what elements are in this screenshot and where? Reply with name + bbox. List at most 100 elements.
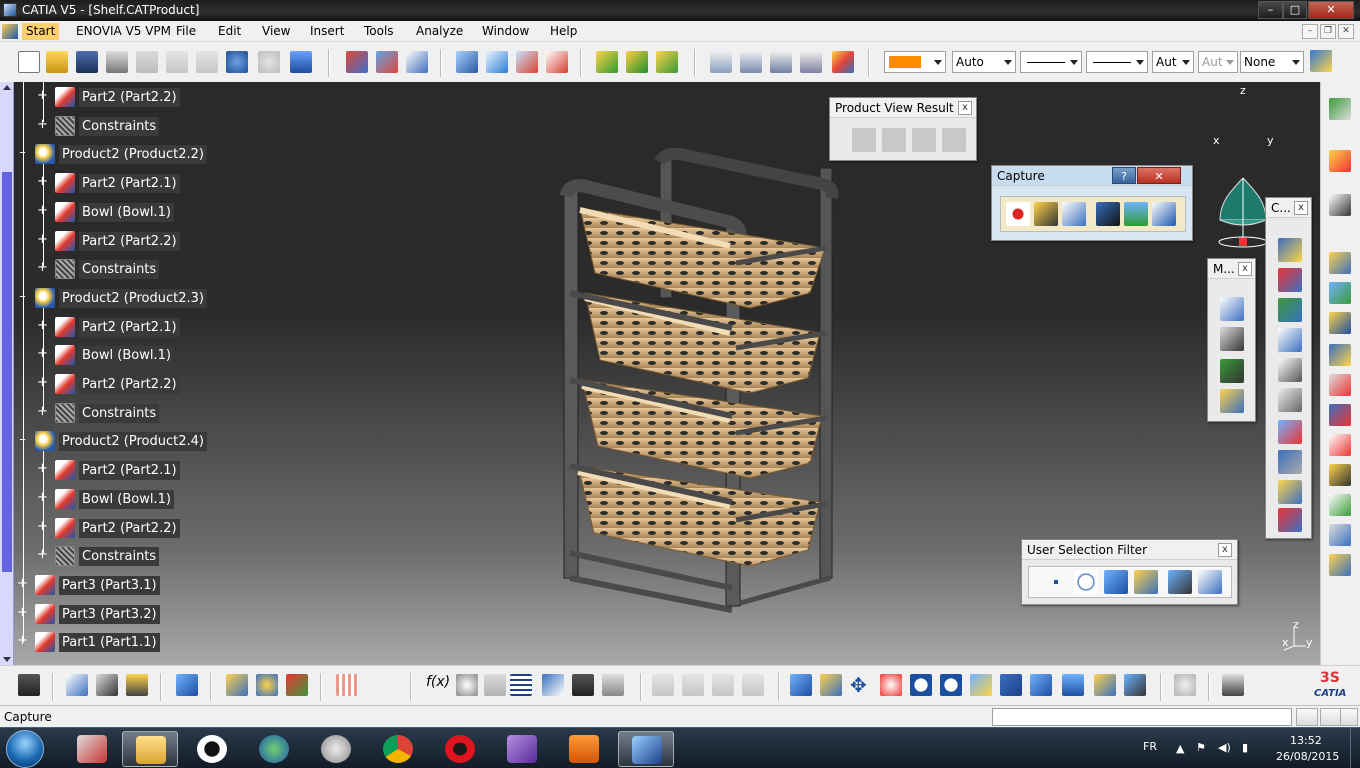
- m-icon-3[interactable]: [1220, 359, 1244, 383]
- feature-filter-icon[interactable]: [1168, 570, 1192, 594]
- tree-expander-icon[interactable]: +: [37, 319, 48, 332]
- tree-expander-icon[interactable]: +: [37, 89, 48, 102]
- assembly-icon-10[interactable]: [1329, 524, 1351, 546]
- point-type-combo[interactable]: Aut: [1152, 51, 1194, 73]
- menu-start[interactable]: Start: [22, 23, 60, 40]
- network-icon[interactable]: ▮: [1242, 741, 1248, 754]
- refresh-icon[interactable]: [1174, 674, 1196, 696]
- tree-expander-icon[interactable]: +: [37, 520, 48, 533]
- flag-note-icon[interactable]: [770, 51, 792, 73]
- paste-icon[interactable]: [196, 51, 218, 73]
- printer-icon[interactable]: [1222, 674, 1244, 696]
- taskbar-app-5[interactable]: [308, 731, 364, 767]
- tree-expander-icon[interactable]: +: [37, 261, 48, 274]
- assembly-icon-2[interactable]: [1329, 282, 1351, 304]
- taskbar-visual-studio[interactable]: [494, 731, 550, 767]
- line-thickness-combo[interactable]: [1020, 51, 1082, 73]
- update-icon-1[interactable]: [652, 674, 674, 696]
- tree-expander-icon[interactable]: +: [37, 376, 48, 389]
- painter-icon[interactable]: [1310, 50, 1332, 72]
- menu-insert[interactable]: Insert: [310, 24, 344, 38]
- zoom-in-icon[interactable]: [910, 674, 932, 696]
- doc-minimize-button[interactable]: –: [1302, 24, 1318, 39]
- menu-edit[interactable]: Edit: [218, 24, 241, 38]
- menu-analyze[interactable]: Analyze: [416, 24, 463, 38]
- camera-icon[interactable]: [18, 674, 40, 696]
- cut-icon[interactable]: [136, 51, 158, 73]
- taskbar-explorer[interactable]: [122, 731, 178, 767]
- select-trap-icon[interactable]: [1329, 194, 1351, 216]
- tree-expander-icon[interactable]: +: [37, 405, 48, 418]
- menu-view[interactable]: View: [262, 24, 290, 38]
- comment-icon[interactable]: [456, 674, 478, 696]
- update-icon-2[interactable]: [682, 674, 704, 696]
- menu-tools[interactable]: Tools: [364, 24, 394, 38]
- formula-icon[interactable]: f(x): [426, 674, 450, 696]
- open-icon[interactable]: [46, 51, 68, 73]
- layer-combo[interactable]: Aut: [1198, 51, 1238, 73]
- rotate-icon[interactable]: [880, 674, 902, 696]
- c-icon-4[interactable]: [1278, 328, 1302, 352]
- bill-of-material-icon[interactable]: [406, 51, 428, 73]
- volume-icon[interactable]: ◀): [1218, 741, 1231, 754]
- tree-expander-icon[interactable]: +: [17, 606, 28, 619]
- law-icon[interactable]: [602, 674, 624, 696]
- tree-expander-icon[interactable]: +: [37, 491, 48, 504]
- tree-expander-icon[interactable]: –: [17, 433, 28, 446]
- tree-expander-icon[interactable]: +: [37, 175, 48, 188]
- rule-icon[interactable]: [484, 674, 506, 696]
- user-selection-filter-panel[interactable]: User Selection Filter x: [1021, 539, 1238, 605]
- transparency-combo[interactable]: Auto: [952, 51, 1016, 73]
- clock-date[interactable]: 26/08/2015: [1276, 750, 1339, 763]
- help-pointer-icon[interactable]: [290, 51, 312, 73]
- tree-expander-icon[interactable]: +: [37, 233, 48, 246]
- lock-icon[interactable]: [572, 674, 594, 696]
- iso-view-icon[interactable]: [1030, 674, 1052, 696]
- pvr-icon-3[interactable]: [912, 128, 936, 152]
- windows-start-button[interactable]: [6, 730, 44, 768]
- tree-expander-icon[interactable]: +: [37, 462, 48, 475]
- tree-expander-icon[interactable]: +: [37, 347, 48, 360]
- product-structure-icon[interactable]: [346, 51, 368, 73]
- table-icon[interactable]: [510, 674, 532, 696]
- scene-icon-3[interactable]: [286, 674, 308, 696]
- new-part-icon[interactable]: [656, 51, 678, 73]
- product-view-close-button[interactable]: x: [958, 101, 972, 115]
- taskbar-opera[interactable]: [432, 731, 488, 767]
- taskbar-chrome[interactable]: [370, 731, 426, 767]
- copy-icon[interactable]: [166, 51, 188, 73]
- new-icon[interactable]: [18, 51, 40, 73]
- product-view-result-panel[interactable]: Product View Result x: [829, 97, 977, 161]
- geometry-filter-icon[interactable]: [1198, 570, 1222, 594]
- capture-panel[interactable]: Capture ? ✕: [991, 165, 1193, 241]
- assembly-icon-8[interactable]: [1329, 464, 1351, 486]
- c-icon-7[interactable]: [1278, 420, 1302, 444]
- grid-icon[interactable]: [336, 674, 358, 696]
- pan-icon[interactable]: ✥: [850, 674, 872, 696]
- status-button-1[interactable]: [1296, 708, 1318, 726]
- assembly-icon-11[interactable]: [1329, 554, 1351, 576]
- swap-visible-icon[interactable]: [1124, 674, 1146, 696]
- capture-options-icon[interactable]: [1062, 202, 1086, 226]
- assembly-icon-3[interactable]: [1329, 312, 1351, 334]
- existing-component-icon[interactable]: [596, 51, 618, 73]
- tree-expander-icon[interactable]: +: [17, 577, 28, 590]
- tree-expander-icon[interactable]: +: [37, 118, 48, 131]
- print-icon[interactable]: [106, 51, 128, 73]
- normal-view-icon[interactable]: [970, 674, 992, 696]
- taskbar-catia[interactable]: [618, 731, 674, 767]
- workbench-icon[interactable]: [1329, 98, 1351, 120]
- tree-expander-icon[interactable]: +: [37, 548, 48, 561]
- tree-scrollbar[interactable]: [0, 82, 14, 665]
- knowledge-icon[interactable]: [176, 674, 198, 696]
- color-combo[interactable]: [884, 51, 946, 73]
- update-icon-3[interactable]: [712, 674, 734, 696]
- taskbar-pdf[interactable]: [556, 731, 612, 767]
- tray-flag-icon[interactable]: ⚑: [1196, 741, 1206, 754]
- curve-filter-icon[interactable]: [1074, 570, 1098, 594]
- measure-icon[interactable]: [66, 674, 88, 696]
- c-panel-close-button[interactable]: x: [1294, 201, 1308, 215]
- m-panel-close-button[interactable]: x: [1238, 262, 1252, 276]
- assembly-icon-1[interactable]: [1329, 252, 1351, 274]
- c-icon-1[interactable]: [1278, 238, 1302, 262]
